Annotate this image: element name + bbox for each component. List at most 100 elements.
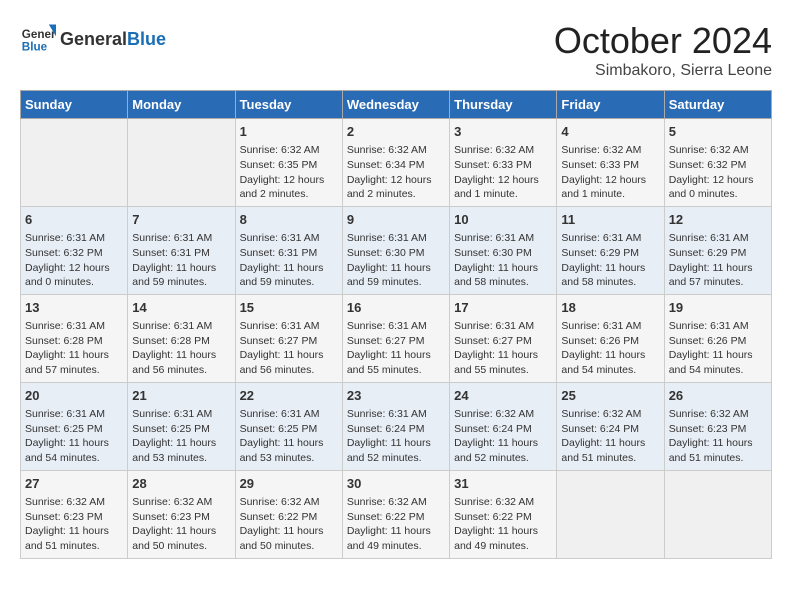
calendar-week-row: 13 Sunrise: 6:31 AMSunset: 6:28 PMDayligh… [21,294,772,382]
day-number: 18 [561,299,659,317]
calendar-cell [21,119,128,207]
day-content: Sunrise: 6:32 AMSunset: 6:35 PMDaylight:… [240,143,338,202]
day-number: 9 [347,211,445,229]
day-number: 22 [240,387,338,405]
location-subtitle: Simbakoro, Sierra Leone [554,62,772,80]
calendar-cell [664,470,771,558]
day-number: 8 [240,211,338,229]
day-number: 14 [132,299,230,317]
day-number: 1 [240,123,338,141]
calendar-cell: 1 Sunrise: 6:32 AMSunset: 6:35 PMDaylight… [235,119,342,207]
svg-text:General: General [22,28,56,41]
calendar-cell: 18Sunrise: 6:31 AMSunset: 6:26 PMDayligh… [557,294,664,382]
day-header-saturday: Saturday [664,91,771,119]
calendar-week-row: 20 Sunrise: 6:31 AMSunset: 6:25 PMDayligh… [21,382,772,470]
day-number: 21 [132,387,230,405]
calendar-cell: 29Sunrise: 6:32 AMSunset: 6:22 PMDayligh… [235,470,342,558]
day-header-thursday: Thursday [450,91,557,119]
day-content: Sunrise: 6:32 AMSunset: 6:22 PMDaylight:… [347,495,445,554]
day-content: Sunrise: 6:31 AMSunset: 6:31 PMDaylight:… [240,231,338,290]
calendar-cell [557,470,664,558]
calendar-table: SundayMondayTuesdayWednesdayThursdayFrid… [20,90,772,559]
calendar-cell: 10 Sunrise: 6:31 AMSunset: 6:30 PMDayligh… [450,206,557,294]
day-content: Sunrise: 6:31 AMSunset: 6:30 PMDaylight:… [347,231,445,290]
day-content: Sunrise: 6:31 AMSunset: 6:32 PMDaylight:… [25,231,123,290]
day-header-monday: Monday [128,91,235,119]
calendar-cell: 8 Sunrise: 6:31 AMSunset: 6:31 PMDaylight… [235,206,342,294]
day-content: Sunrise: 6:31 AMSunset: 6:28 PMDaylight:… [132,319,230,378]
month-title: October 2024 [554,20,772,62]
day-number: 17 [454,299,552,317]
calendar-cell: 14 Sunrise: 6:31 AMSunset: 6:28 PMDayligh… [128,294,235,382]
day-number: 6 [25,211,123,229]
day-number: 2 [347,123,445,141]
calendar-cell: 26 Sunrise: 6:32 AMSunset: 6:23 PMDayligh… [664,382,771,470]
day-content: Sunrise: 6:32 AMSunset: 6:23 PMDaylight:… [25,495,123,554]
day-number: 28 [132,475,230,493]
day-number: 3 [454,123,552,141]
day-content: Sunrise: 6:31 AMSunset: 6:30 PMDaylight:… [454,231,552,290]
day-header-wednesday: Wednesday [342,91,449,119]
calendar-week-row: 1 Sunrise: 6:32 AMSunset: 6:35 PMDaylight… [21,119,772,207]
day-number: 13 [25,299,123,317]
day-number: 31 [454,475,552,493]
day-number: 10 [454,211,552,229]
day-content: Sunrise: 6:31 AMSunset: 6:28 PMDaylight:… [25,319,123,378]
day-content: Sunrise: 6:31 AMSunset: 6:27 PMDaylight:… [240,319,338,378]
calendar-cell: 24 Sunrise: 6:32 AMSunset: 6:24 PMDayligh… [450,382,557,470]
calendar-cell [128,119,235,207]
logo-blue: Blue [127,29,166,49]
day-number: 25 [561,387,659,405]
day-content: Sunrise: 6:32 AMSunset: 6:33 PMDaylight:… [454,143,552,202]
calendar-cell: 9 Sunrise: 6:31 AMSunset: 6:30 PMDaylight… [342,206,449,294]
calendar-cell: 5Sunrise: 6:32 AMSunset: 6:32 PMDaylight… [664,119,771,207]
calendar-cell: 21 Sunrise: 6:31 AMSunset: 6:25 PMDayligh… [128,382,235,470]
calendar-header-row: SundayMondayTuesdayWednesdayThursdayFrid… [21,91,772,119]
calendar-cell: 4Sunrise: 6:32 AMSunset: 6:33 PMDaylight… [557,119,664,207]
day-header-tuesday: Tuesday [235,91,342,119]
title-block: October 2024 Simbakoro, Sierra Leone [554,20,772,80]
day-header-sunday: Sunday [21,91,128,119]
calendar-cell: 31Sunrise: 6:32 AMSunset: 6:22 PMDayligh… [450,470,557,558]
calendar-cell: 7Sunrise: 6:31 AMSunset: 6:31 PMDaylight… [128,206,235,294]
day-content: Sunrise: 6:31 AMSunset: 6:27 PMDaylight:… [347,319,445,378]
day-content: Sunrise: 6:31 AMSunset: 6:25 PMDaylight:… [25,407,123,466]
day-number: 16 [347,299,445,317]
calendar-cell: 13 Sunrise: 6:31 AMSunset: 6:28 PMDayligh… [21,294,128,382]
day-number: 27 [25,475,123,493]
calendar-cell: 16 Sunrise: 6:31 AMSunset: 6:27 PMDayligh… [342,294,449,382]
day-number: 11 [561,211,659,229]
day-number: 12 [669,211,767,229]
day-number: 29 [240,475,338,493]
calendar-cell: 27 Sunrise: 6:32 AMSunset: 6:23 PMDayligh… [21,470,128,558]
day-content: Sunrise: 6:32 AMSunset: 6:32 PMDaylight:… [669,143,767,202]
svg-text:Blue: Blue [22,41,48,54]
day-content: Sunrise: 6:31 AMSunset: 6:31 PMDaylight:… [132,231,230,290]
day-content: Sunrise: 6:31 AMSunset: 6:26 PMDaylight:… [669,319,767,378]
day-number: 20 [25,387,123,405]
logo-general: General [60,29,127,49]
day-content: Sunrise: 6:31 AMSunset: 6:25 PMDaylight:… [132,407,230,466]
day-number: 24 [454,387,552,405]
day-content: Sunrise: 6:32 AMSunset: 6:34 PMDaylight:… [347,143,445,202]
logo-icon: General Blue [20,20,56,56]
day-content: Sunrise: 6:32 AMSunset: 6:24 PMDaylight:… [454,407,552,466]
day-number: 4 [561,123,659,141]
calendar-cell: 15Sunrise: 6:31 AMSunset: 6:27 PMDayligh… [235,294,342,382]
calendar-cell: 19Sunrise: 6:31 AMSunset: 6:26 PMDayligh… [664,294,771,382]
day-number: 26 [669,387,767,405]
calendar-week-row: 27 Sunrise: 6:32 AMSunset: 6:23 PMDayligh… [21,470,772,558]
calendar-cell: 22Sunrise: 6:31 AMSunset: 6:25 PMDayligh… [235,382,342,470]
calendar-cell: 11 Sunrise: 6:31 AMSunset: 6:29 PMDayligh… [557,206,664,294]
calendar-cell: 20 Sunrise: 6:31 AMSunset: 6:25 PMDayligh… [21,382,128,470]
day-number: 23 [347,387,445,405]
calendar-cell: 6 Sunrise: 6:31 AMSunset: 6:32 PMDaylight… [21,206,128,294]
day-content: Sunrise: 6:31 AMSunset: 6:29 PMDaylight:… [561,231,659,290]
calendar-cell: 23Sunrise: 6:31 AMSunset: 6:24 PMDayligh… [342,382,449,470]
day-content: Sunrise: 6:31 AMSunset: 6:27 PMDaylight:… [454,319,552,378]
calendar-week-row: 6 Sunrise: 6:31 AMSunset: 6:32 PMDaylight… [21,206,772,294]
day-content: Sunrise: 6:32 AMSunset: 6:23 PMDaylight:… [132,495,230,554]
page-header: General Blue GeneralBlue October 2024 Si… [20,20,772,80]
day-content: Sunrise: 6:32 AMSunset: 6:23 PMDaylight:… [669,407,767,466]
calendar-cell: 3 Sunrise: 6:32 AMSunset: 6:33 PMDaylight… [450,119,557,207]
